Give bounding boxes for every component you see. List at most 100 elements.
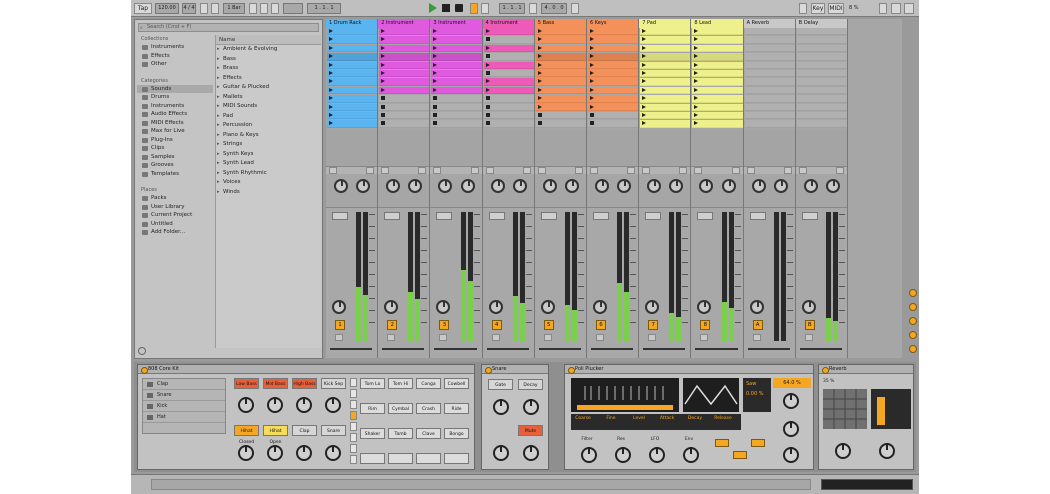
empty-clip-slot[interactable] xyxy=(744,103,795,111)
track-title[interactable]: 3 Instrument xyxy=(430,19,482,28)
clip-slot[interactable] xyxy=(692,70,743,78)
clip-slot[interactable] xyxy=(640,61,691,69)
simpler-knob-4[interactable] xyxy=(523,445,539,461)
send-b-knob[interactable] xyxy=(460,179,475,193)
browser-list-item[interactable]: Synth Rhythmic xyxy=(216,169,321,179)
track-activator-button[interactable]: 3 xyxy=(439,320,450,330)
volume-field[interactable] xyxy=(384,212,401,220)
send-b-knob[interactable] xyxy=(356,179,371,193)
clip-slot[interactable] xyxy=(588,78,639,86)
loop-button[interactable] xyxy=(529,3,537,14)
clip-slot[interactable] xyxy=(379,61,430,69)
grid-selector-cell[interactable] xyxy=(350,433,357,442)
clip-slot[interactable] xyxy=(640,44,691,53)
volume-field[interactable] xyxy=(436,212,453,220)
clip-slot[interactable] xyxy=(588,53,639,61)
clip-play-icon[interactable] xyxy=(433,37,438,42)
operator-volume-knob[interactable] xyxy=(783,393,799,409)
clip-play-icon[interactable] xyxy=(329,37,333,42)
track-monitor-button[interactable] xyxy=(679,167,688,174)
clip-stop-icon[interactable] xyxy=(485,121,490,126)
clip-play-icon[interactable] xyxy=(381,37,386,42)
clip-slot[interactable] xyxy=(379,70,430,78)
volume-field[interactable] xyxy=(697,212,714,220)
place-item[interactable]: Untitled xyxy=(137,220,213,229)
grid-selector-cell[interactable] xyxy=(350,389,357,398)
clip-slot[interactable] xyxy=(692,36,743,44)
clip-play-icon[interactable] xyxy=(485,29,490,33)
empty-clip-slot[interactable] xyxy=(588,120,639,128)
clip-slot[interactable] xyxy=(640,103,691,111)
track-activator-button[interactable]: A xyxy=(752,320,763,330)
track-title[interactable]: 6 Keys xyxy=(587,19,639,28)
track-stop-button[interactable] xyxy=(537,167,546,174)
pan-knob[interactable] xyxy=(645,300,660,314)
track-stop-button[interactable] xyxy=(746,167,755,174)
clip-play-icon[interactable] xyxy=(329,96,333,101)
tap-tempo-button[interactable]: Tap xyxy=(134,3,152,14)
send-a-knob[interactable] xyxy=(595,179,609,193)
clip-stop-icon[interactable] xyxy=(381,96,386,101)
track-stop-button[interactable] xyxy=(798,167,807,174)
clip-slot[interactable] xyxy=(483,86,534,95)
macro-knob[interactable] xyxy=(267,397,283,413)
empty-clip-slot[interactable] xyxy=(744,112,795,120)
send-a-knob[interactable] xyxy=(438,179,453,193)
track-title[interactable]: 7 Pad xyxy=(639,19,691,28)
clip-slot[interactable] xyxy=(692,120,743,128)
clip-play-icon[interactable] xyxy=(694,113,699,117)
reverb-title[interactable]: Reverb xyxy=(819,365,913,374)
clip-slot[interactable] xyxy=(692,95,743,103)
volume-field[interactable] xyxy=(593,212,609,220)
clip-play-icon[interactable] xyxy=(590,96,594,101)
clip-slot[interactable] xyxy=(640,28,691,36)
drum-grid-pad[interactable]: Crash xyxy=(416,403,441,414)
clip-play-icon[interactable] xyxy=(329,71,333,75)
track-title[interactable]: 5 Bass xyxy=(534,19,586,28)
clip-play-icon[interactable] xyxy=(537,79,542,84)
browser-list-item[interactable]: Pad xyxy=(216,112,321,122)
clip-play-icon[interactable] xyxy=(694,37,699,42)
clip-slot[interactable] xyxy=(327,70,378,78)
clip-play-icon[interactable] xyxy=(537,54,542,59)
empty-clip-slot[interactable] xyxy=(744,61,795,69)
browser-list-item[interactable]: Percussion xyxy=(216,121,321,131)
clip-play-icon[interactable] xyxy=(694,71,699,75)
track-stop-button[interactable] xyxy=(329,167,337,174)
name-column-header[interactable]: Name xyxy=(216,35,321,45)
reverb-decay-knob[interactable] xyxy=(835,443,851,459)
empty-clip-slot[interactable] xyxy=(535,120,586,128)
clip-slot[interactable] xyxy=(327,61,378,69)
clip-slot[interactable] xyxy=(535,36,586,44)
simpler-knob-1[interactable] xyxy=(493,399,509,415)
track-title[interactable]: B Delay xyxy=(795,19,847,28)
clip-play-icon[interactable] xyxy=(433,62,438,67)
empty-clip-slot[interactable] xyxy=(483,36,534,44)
empty-clip-slot[interactable] xyxy=(796,112,847,120)
clip-slot[interactable] xyxy=(483,78,534,86)
clip-play-icon[interactable] xyxy=(381,29,386,33)
clip-play-icon[interactable] xyxy=(642,121,647,126)
clip-play-icon[interactable] xyxy=(642,96,647,101)
empty-clip-slot[interactable] xyxy=(483,120,534,128)
clip-play-icon[interactable] xyxy=(381,45,386,50)
key-map-button[interactable] xyxy=(260,3,268,14)
clip-play-icon[interactable] xyxy=(433,79,438,84)
clip-play-icon[interactable] xyxy=(433,45,438,50)
clip-stop-icon[interactable] xyxy=(433,121,438,126)
volume-field[interactable] xyxy=(540,212,557,220)
clip-stop-icon[interactable] xyxy=(485,71,490,75)
drum-grid-pad[interactable]: Tamb xyxy=(388,428,413,439)
macro-knob[interactable] xyxy=(296,445,312,461)
simpler-title[interactable]: Snare xyxy=(482,365,548,374)
clip-slot[interactable] xyxy=(692,78,743,86)
chain-row[interactable]: Kick xyxy=(143,401,225,412)
volume-field[interactable] xyxy=(801,212,818,220)
decay-button[interactable]: Decay xyxy=(518,379,543,390)
clip-play-icon[interactable] xyxy=(590,45,594,50)
clip-play-icon[interactable] xyxy=(381,71,386,75)
operator-knob[interactable] xyxy=(581,447,597,463)
chain-row[interactable]: Hat xyxy=(143,412,225,423)
clip-stop-icon[interactable] xyxy=(590,113,594,117)
browser-list-item[interactable]: Effects xyxy=(216,74,321,84)
